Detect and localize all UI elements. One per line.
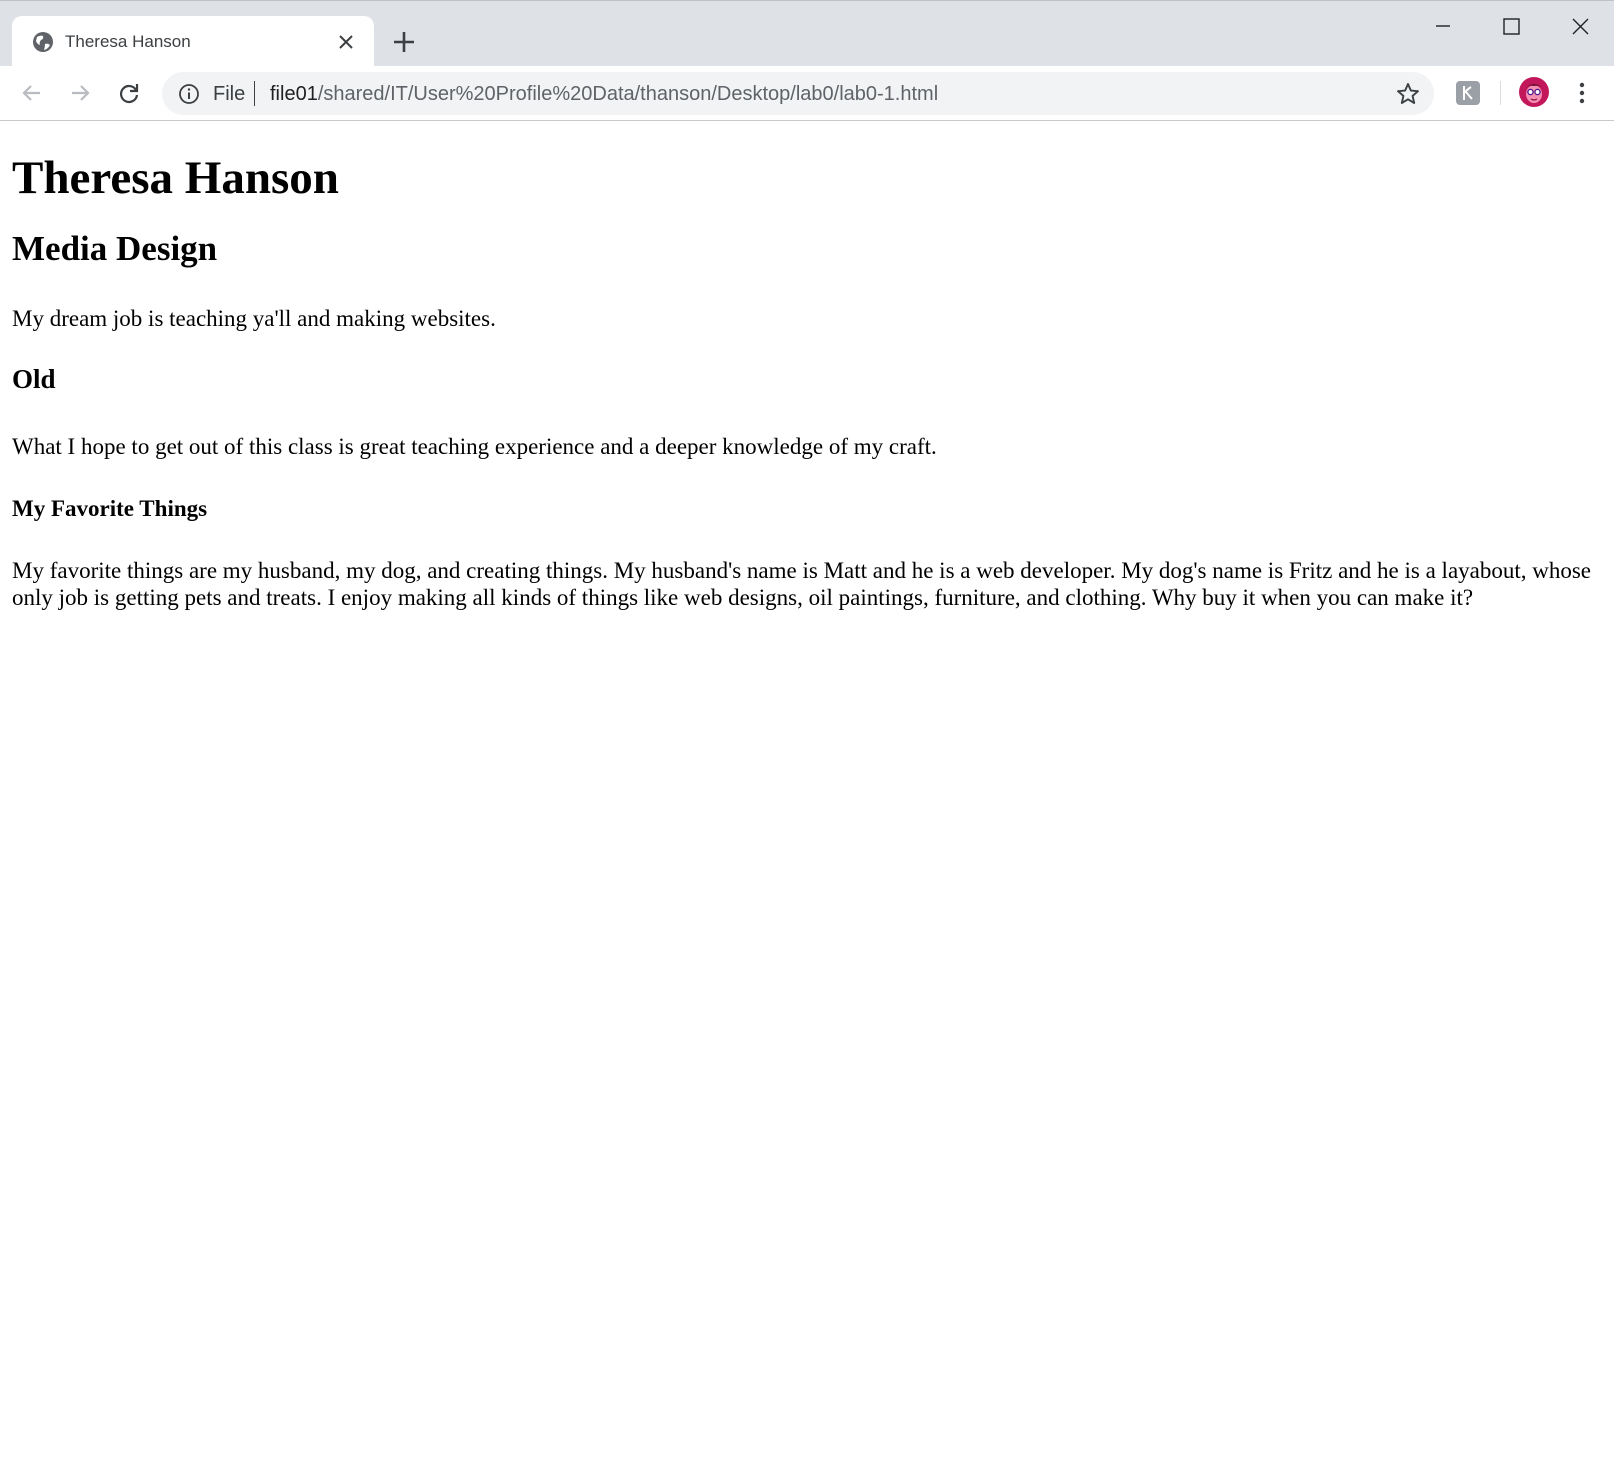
extension-icon[interactable] xyxy=(1455,80,1481,106)
close-tab-icon[interactable] xyxy=(335,31,357,53)
close-window-icon[interactable] xyxy=(1557,12,1603,42)
plus-icon[interactable] xyxy=(390,28,418,56)
reload-icon[interactable] xyxy=(115,79,143,107)
tab-active[interactable]: Theresa Hanson xyxy=(12,16,374,67)
profile-avatar[interactable] xyxy=(1519,77,1549,107)
age-heading: Old xyxy=(12,364,56,394)
class-hope-paragraph: What I hope to get out of this class is … xyxy=(12,434,937,459)
more-menu-icon[interactable] xyxy=(1572,79,1592,107)
toolbar-divider xyxy=(1500,81,1501,105)
page-content: Theresa Hanson Media Design My dream job… xyxy=(12,122,1602,611)
tab-title: Theresa Hanson xyxy=(65,32,191,51)
favorites-heading: My Favorite Things xyxy=(12,496,208,521)
program-heading: Media Design xyxy=(12,229,218,268)
tab-strip: Theresa Hanson xyxy=(0,0,1614,67)
scheme-label: File xyxy=(213,83,246,105)
back-arrow-icon[interactable] xyxy=(18,79,46,107)
url-text[interactable]: file01/shared/IT/User%20Profile%20Data/t… xyxy=(270,82,938,106)
info-icon[interactable] xyxy=(177,82,201,106)
bookmark-star-icon[interactable] xyxy=(1394,80,1422,108)
browser-toolbar: File file01/shared/IT/User%20Profile%20D… xyxy=(0,66,1614,121)
minimize-icon[interactable] xyxy=(1420,12,1466,42)
address-bar[interactable]: File file01/shared/IT/User%20Profile%20D… xyxy=(162,72,1434,115)
url-separator xyxy=(254,81,255,106)
forward-arrow-icon[interactable] xyxy=(66,79,94,107)
favorites-paragraph: My favorite things are my husband, my do… xyxy=(12,558,1592,610)
dream-job-paragraph: My dream job is teaching ya'll and makin… xyxy=(12,306,496,331)
url-path: /shared/IT/User%20Profile%20Data/thanson… xyxy=(317,83,939,105)
name-heading: Theresa Hanson xyxy=(12,152,339,204)
maximize-icon[interactable] xyxy=(1488,12,1534,42)
url-host: file01 xyxy=(270,83,318,105)
globe-icon xyxy=(33,32,53,52)
